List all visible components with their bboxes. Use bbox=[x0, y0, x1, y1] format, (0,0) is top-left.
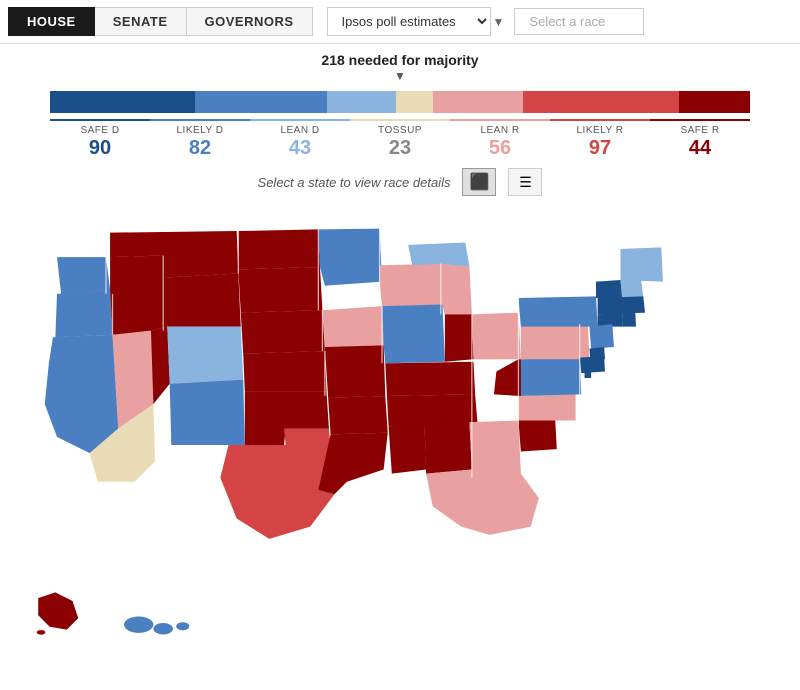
category-label: SAFE R bbox=[650, 125, 750, 136]
hi-3[interactable] bbox=[176, 622, 189, 630]
ma-state[interactable] bbox=[598, 296, 645, 314]
ak-state[interactable] bbox=[38, 592, 78, 629]
color-bar-segment bbox=[679, 91, 750, 113]
header: HOUSE SENATE GOVERNORS Ipsos poll estima… bbox=[0, 0, 800, 44]
category-label: TOSSUP bbox=[350, 125, 450, 136]
co-state[interactable] bbox=[167, 327, 243, 384]
vt-state[interactable] bbox=[596, 280, 622, 298]
category-label: LEAN R bbox=[450, 125, 550, 136]
majority-label: 218 needed for majority bbox=[0, 52, 800, 68]
color-bar-segment bbox=[523, 91, 679, 113]
category-label: SAFE D bbox=[50, 125, 150, 136]
ut-state[interactable] bbox=[151, 327, 170, 405]
ms-state[interactable] bbox=[389, 425, 427, 474]
fl-state[interactable] bbox=[426, 470, 539, 535]
majority-arrow: ▼ bbox=[0, 69, 800, 83]
color-bar-segment bbox=[50, 91, 195, 113]
al-state[interactable] bbox=[425, 422, 472, 473]
id-state[interactable] bbox=[110, 256, 167, 335]
sc-state[interactable] bbox=[518, 419, 556, 452]
tx-state[interactable] bbox=[220, 429, 334, 539]
nd-state[interactable] bbox=[238, 229, 320, 269]
category-item-lean_r: LEAN R56 bbox=[450, 119, 550, 160]
category-item-likely_d: LIKELY D82 bbox=[150, 119, 250, 160]
ga-state[interactable] bbox=[469, 421, 520, 478]
map-controls: Select a state to view race details ⬛ ☰ bbox=[0, 168, 800, 196]
category-item-likely_r: LIKELY R97 bbox=[550, 119, 650, 160]
ne-state[interactable] bbox=[241, 310, 325, 353]
category-count: 97 bbox=[550, 137, 650, 160]
nh-state[interactable] bbox=[621, 278, 644, 298]
ak-aleutian[interactable] bbox=[37, 630, 46, 635]
category-count: 44 bbox=[650, 137, 750, 160]
md-state[interactable] bbox=[580, 356, 605, 373]
color-bar-segment bbox=[327, 91, 396, 113]
us-map[interactable] bbox=[0, 200, 800, 690]
category-item-safe_r: SAFE R44 bbox=[650, 119, 750, 160]
category-item-tossup: TOSSUP23 bbox=[350, 119, 450, 160]
category-count: 43 bbox=[250, 137, 350, 160]
color-bar bbox=[50, 91, 750, 113]
list-icon: ☰ bbox=[519, 174, 532, 191]
sd-state[interactable] bbox=[238, 267, 322, 313]
ar-state[interactable] bbox=[328, 396, 388, 434]
in-state[interactable] bbox=[445, 314, 474, 361]
mn-state[interactable] bbox=[318, 229, 382, 286]
ky-state[interactable] bbox=[385, 362, 475, 396]
dc[interactable] bbox=[585, 372, 592, 379]
color-bar-segment bbox=[433, 91, 523, 113]
category-count: 82 bbox=[150, 137, 250, 160]
poll-select[interactable]: Ipsos poll estimates Cook Political Repo… bbox=[327, 7, 491, 36]
category-count: 23 bbox=[350, 137, 450, 160]
hi-1[interactable] bbox=[124, 617, 153, 633]
wa-state[interactable] bbox=[57, 257, 110, 294]
race-select-button[interactable]: Select a race bbox=[514, 8, 644, 35]
ks-state[interactable] bbox=[243, 351, 326, 392]
nj-state[interactable] bbox=[589, 324, 614, 349]
il-state[interactable] bbox=[382, 305, 445, 364]
or-state[interactable] bbox=[55, 290, 112, 337]
mi-upper[interactable] bbox=[408, 242, 469, 267]
ny-state[interactable] bbox=[518, 296, 597, 326]
category-row: SAFE D90LIKELY D82LEAN D43TOSSUP23LEAN R… bbox=[50, 119, 750, 160]
category-item-lean_d: LEAN D43 bbox=[250, 119, 350, 160]
tab-governors[interactable]: GOVERNORS bbox=[187, 7, 313, 36]
ri-state[interactable] bbox=[622, 311, 636, 327]
oh-state[interactable] bbox=[472, 313, 521, 360]
map-hint: Select a state to view race details bbox=[258, 175, 451, 190]
wv-state[interactable] bbox=[494, 359, 521, 396]
tab-house[interactable]: HOUSE bbox=[8, 7, 95, 36]
color-bar-segment bbox=[396, 91, 433, 113]
list-view-button[interactable]: ☰ bbox=[508, 168, 542, 196]
map-icon: ⬛ bbox=[470, 172, 490, 192]
category-label: LEAN D bbox=[250, 125, 350, 136]
tab-senate[interactable]: SENATE bbox=[95, 7, 187, 36]
map-view-button[interactable]: ⬛ bbox=[462, 168, 496, 196]
wi-state[interactable] bbox=[380, 264, 443, 306]
majority-section: 218 needed for majority ▼ bbox=[0, 44, 800, 87]
category-label: LIKELY R bbox=[550, 125, 650, 136]
mo-state[interactable] bbox=[325, 345, 385, 397]
map-container bbox=[0, 200, 800, 690]
va-state[interactable] bbox=[518, 358, 581, 396]
nc-state[interactable] bbox=[518, 394, 575, 420]
category-count: 90 bbox=[50, 137, 150, 160]
me-state[interactable] bbox=[621, 247, 663, 281]
category-count: 56 bbox=[450, 137, 550, 160]
tn-state[interactable] bbox=[387, 394, 478, 426]
nm-state[interactable] bbox=[170, 380, 245, 445]
category-item-safe_d: SAFE D90 bbox=[50, 119, 150, 160]
wy-state[interactable] bbox=[163, 274, 241, 327]
ia-state[interactable] bbox=[322, 306, 383, 347]
ca-state[interactable] bbox=[45, 335, 119, 453]
hi-2[interactable] bbox=[153, 623, 173, 634]
color-bar-segment bbox=[195, 91, 327, 113]
mi-lower[interactable] bbox=[441, 264, 472, 315]
category-label: LIKELY D bbox=[150, 125, 250, 136]
